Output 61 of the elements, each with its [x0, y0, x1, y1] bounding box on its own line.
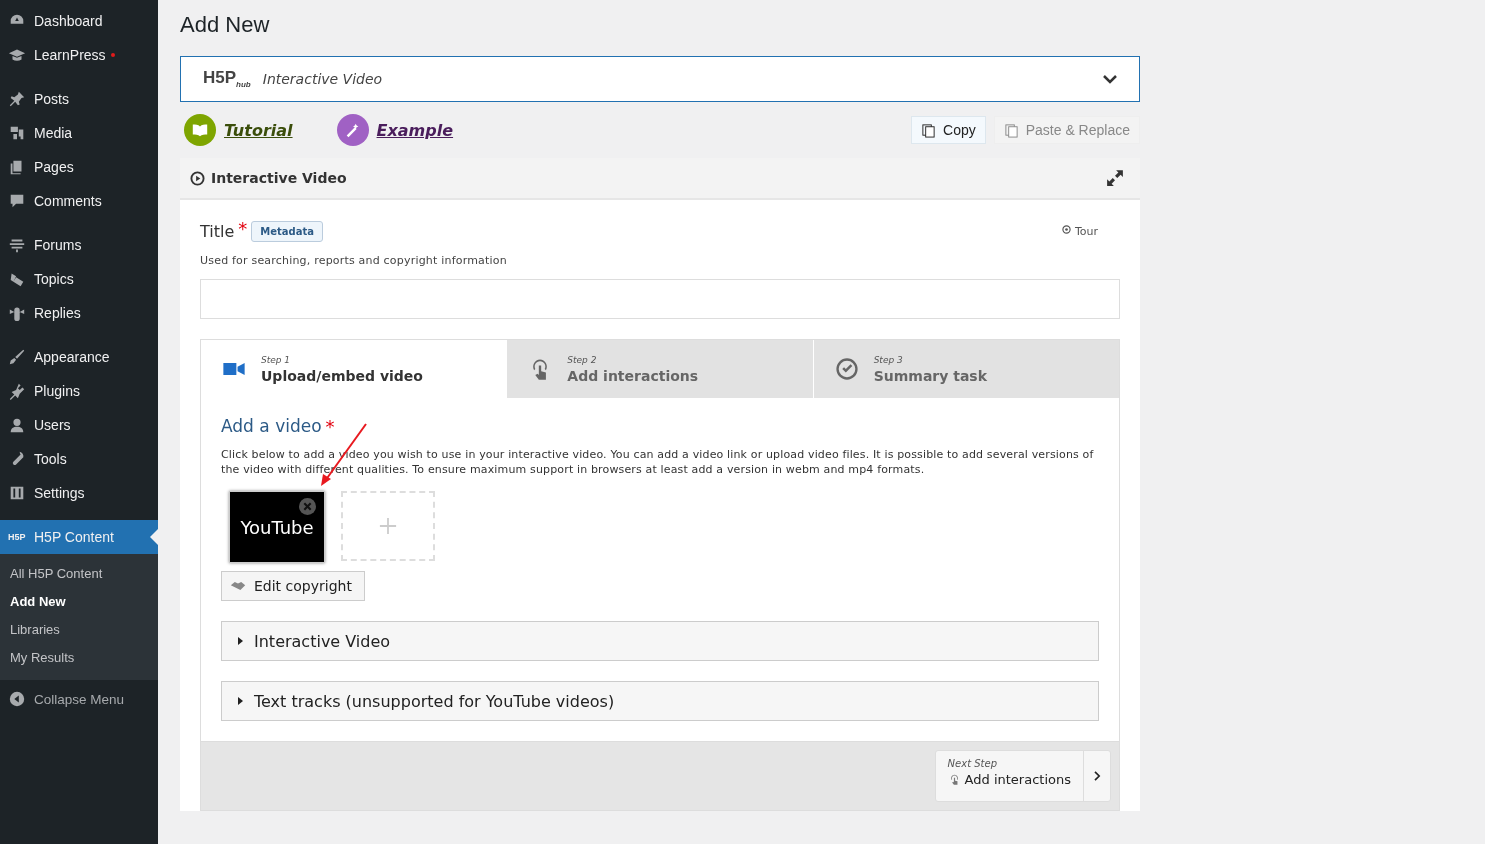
tour-button[interactable]: Tour: [1055, 223, 1104, 239]
help-circle-icon: [1061, 224, 1071, 234]
brush-icon: [8, 348, 26, 366]
step-tab[interactable]: Step 2 Add interactions: [506, 340, 813, 398]
metadata-button[interactable]: Metadata: [251, 220, 323, 242]
copy-icon: [921, 122, 936, 138]
collapsible-section[interactable]: Text tracks (unsupported for YouTube videos): [221, 681, 1099, 721]
title-input-field[interactable]: [200, 279, 1120, 319]
sidebar-item[interactable]: LearnPress: [0, 38, 158, 72]
sidebar-item[interactable]: Users: [0, 408, 158, 442]
chevron-down-icon: [1103, 74, 1117, 84]
tutorial-link[interactable]: Example: [336, 114, 454, 146]
field-description: Used for searching, reports and copyright information: [200, 254, 508, 267]
content-type-selector[interactable]: H5P$_{hub}$ Interactive Video: [180, 56, 1140, 102]
chevron-right-icon: [1093, 771, 1101, 781]
sidebar-item[interactable]: Topics: [0, 262, 158, 296]
copy-button[interactable]: Copy: [911, 116, 986, 144]
collapse-menu-button[interactable]: Collapse Menu: [0, 682, 158, 716]
sidebar-item[interactable]: Appearance: [0, 340, 158, 374]
sidebar-item[interactable]: Replies: [0, 296, 158, 330]
step-tab[interactable]: Step 3 Summary task: [812, 340, 1119, 398]
sidebar-item[interactable]: Dashboard: [0, 4, 158, 38]
sidebar-item[interactable]: Tools: [0, 442, 158, 476]
required-asterisk: *: [325, 416, 335, 437]
page-title: Add New: [180, 12, 271, 38]
field-label: Title: [200, 221, 235, 241]
next-step-caption: Next Step: [947, 758, 999, 769]
pin-icon: [8, 90, 26, 108]
sidebar-item-current[interactable]: H5P H5P Content: [0, 520, 158, 554]
submenu-item[interactable]: My Results: [0, 645, 158, 673]
fullscreen-icon[interactable]: [1106, 169, 1124, 187]
play-icon: [190, 170, 205, 186]
sliders-icon: [8, 484, 26, 502]
sidebar-item[interactable]: Settings: [0, 476, 158, 510]
remove-icon[interactable]: [299, 498, 316, 515]
panel-header: Interactive Video: [180, 158, 1140, 200]
clipboard-icon: [1003, 122, 1019, 138]
submenu-item[interactable]: Add New: [0, 589, 158, 617]
sidebar-item[interactable]: Comments: [0, 184, 158, 218]
collapse-icon: [8, 690, 26, 708]
next-step-label: Add interactions: [964, 772, 1071, 787]
sidebar-item[interactable]: Pages: [0, 150, 158, 184]
field-label: Add a video: [221, 416, 322, 437]
user-icon: [8, 416, 26, 434]
video-file-thumbnail[interactable]: YouTube: [229, 491, 325, 563]
tutorial-link[interactable]: Tutorial: [184, 114, 293, 146]
sidebar-item[interactable]: Plugins: [0, 374, 158, 408]
sidebar-item[interactable]: Media: [0, 116, 158, 150]
hub-logo: H5P$_{hub}$: [203, 68, 251, 90]
collapsible-section[interactable]: Interactive Video: [221, 621, 1099, 661]
submenu-item[interactable]: Libraries: [0, 617, 158, 645]
edit-copyright-button[interactable]: Edit copyright: [221, 571, 365, 601]
required-asterisk: *: [238, 218, 248, 239]
sidebar-item[interactable]: Forums: [0, 228, 158, 262]
sidebar-item[interactable]: Posts: [0, 82, 158, 116]
h5p-logo: H5P: [8, 532, 26, 542]
submenu-item[interactable]: All H5P Content: [0, 561, 158, 589]
next-step-button[interactable]: Next Step Add interactions: [934, 750, 1111, 802]
plug-icon: [8, 382, 26, 400]
plus-icon: [379, 517, 397, 535]
media-icon: [8, 124, 26, 142]
